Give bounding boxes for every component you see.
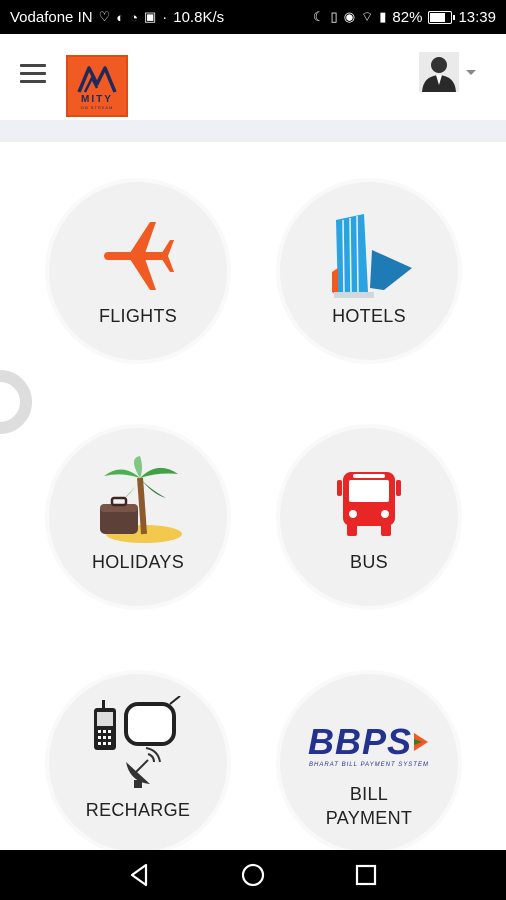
signal-icon: ▮ [379,9,387,24]
brand-logo[interactable]: MITY ON STREAM [66,55,128,117]
service-label: FLIGHTS [98,306,178,326]
logo-mark-icon [77,66,117,93]
phone-tv-dish-icon [49,696,227,792]
airplane-icon [49,216,227,296]
status-bar: Vodafone IN ♡ ◐ ◔ ▣ · 10.8K/s ☾ ▯ ◉ ⌔ ▮ … [0,0,506,34]
hotel-building-icon [280,210,458,300]
battery-percent: 82% [392,8,423,26]
hamburger-icon[interactable] [20,64,46,86]
alarm-icon: ◉ [343,9,356,24]
service-bus[interactable]: BUS [280,428,458,606]
back-icon[interactable] [125,860,155,890]
services-grid: FLIGHTS HOTELS HOLIDAYS BUS RECHARGE BBP… [0,142,506,850]
sync-icon: ◔ [130,9,138,25]
moon-icon: ☾ [312,9,325,24]
logo-text: MITY [81,94,113,105]
carrier-label: Vodafone IN [10,8,93,26]
network-speed: 10.8K/s [173,8,225,26]
battery-icon [428,10,456,24]
service-hotels[interactable]: HOTELS [280,182,458,360]
bbps-logo: BBPS BHARAT BILL PAYMENT SYSTEM [280,724,458,768]
bus-icon [280,468,458,538]
clock: 13:39 [458,8,496,26]
header-divider [0,120,506,142]
floating-action-ring[interactable] [0,370,32,434]
home-icon[interactable] [238,860,268,890]
logo-subtext: ON STREAM [80,105,114,110]
heart-icon: ♡ [98,9,111,24]
bbps-tagline: BHARAT BILL PAYMENT SYSTEM [309,762,429,768]
service-bill-payment[interactable]: BBPS BHARAT BILL PAYMENT SYSTEM BILL PAY… [280,674,458,850]
service-holidays[interactable]: HOLIDAYS [49,428,227,606]
vibrate-icon: ▯ [330,9,338,24]
service-recharge[interactable]: RECHARGE [49,674,227,850]
bbps-arrow-icon [414,733,429,751]
user-avatar-icon[interactable] [419,52,459,92]
service-flights[interactable]: FLIGHTS [49,182,227,360]
palm-island-suitcase-icon [49,454,227,546]
image-icon: ▣ [143,9,157,24]
service-label: BUS [350,552,388,572]
app-header: MITY ON STREAM [0,34,506,120]
recents-icon[interactable] [351,860,381,890]
service-label: RECHARGE [85,800,191,820]
service-label: HOLIDAYS [91,552,185,572]
notification-icon: ◐ [116,9,125,25]
system-navbar [0,850,506,900]
service-label: BILL PAYMENT [325,784,413,828]
service-label: HOTELS [332,306,406,326]
chevron-down-icon[interactable] [466,70,476,75]
wifi-icon: ⌔ [361,9,374,24]
bbps-logo-text: BBPS [307,721,413,762]
